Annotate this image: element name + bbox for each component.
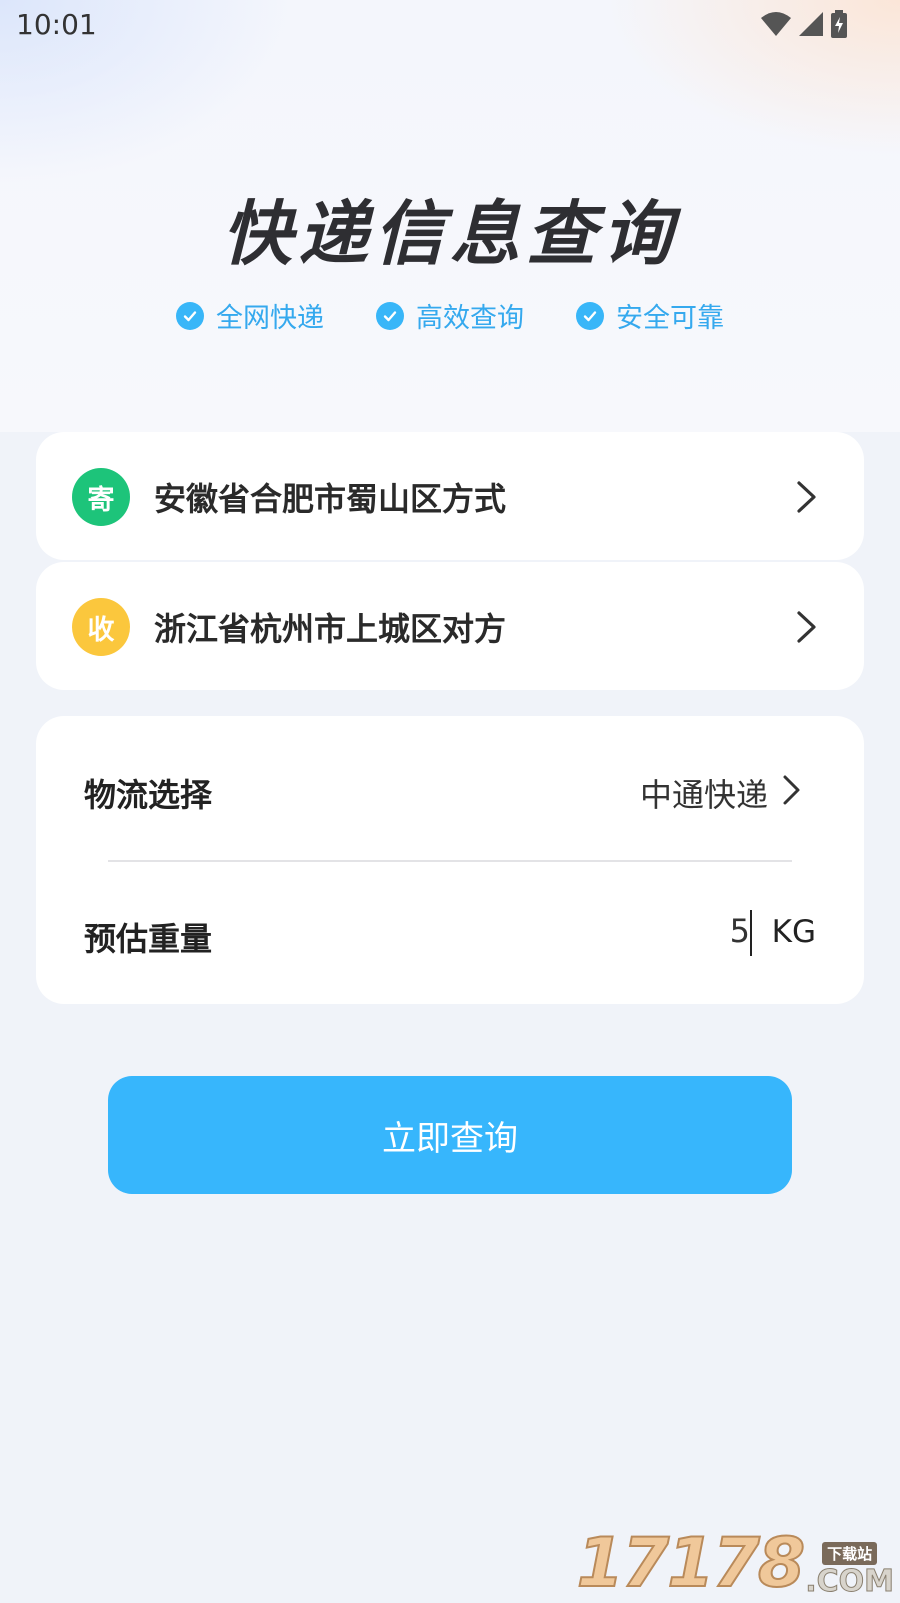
- feature-item: 安全可靠: [576, 296, 724, 335]
- feature-label: 安全可靠: [616, 303, 724, 334]
- watermark-suffix: .COM: [805, 1564, 895, 1599]
- check-circle-icon: [576, 301, 604, 330]
- battery-icon: [831, 10, 847, 38]
- status-bar: 10:01: [0, 0, 900, 50]
- weight-label: 预估重量: [84, 920, 213, 958]
- sender-address: 安徽省合肥市蜀山区方式: [154, 480, 507, 518]
- page-title: 快递信息查询: [222, 193, 678, 275]
- chevron-right-icon: [783, 775, 800, 805]
- feature-label: 全网快递: [216, 303, 324, 334]
- feature-list: 全网快递 高效查询 安全可靠: [0, 296, 900, 335]
- divider: [108, 860, 792, 862]
- shipping-options-card: 物流选择 中通快递 预估重量 KG: [36, 716, 864, 1004]
- watermark-number: 17178: [576, 1524, 807, 1603]
- weight-input[interactable]: [630, 912, 750, 950]
- receiver-address-card[interactable]: 收 浙江省杭州市上城区对方: [36, 562, 864, 690]
- chevron-right-icon: [797, 611, 816, 643]
- weight-unit: KG: [771, 914, 816, 950]
- receiver-address: 浙江省杭州市上城区对方: [154, 610, 507, 648]
- status-icons: [760, 10, 848, 38]
- feature-item: 高效查询: [376, 296, 524, 335]
- carrier-select[interactable]: 中通快递: [576, 752, 816, 826]
- wifi-icon: [761, 12, 791, 36]
- chevron-right-icon: [797, 481, 816, 513]
- receiver-badge: 收: [72, 598, 130, 656]
- check-circle-icon: [376, 301, 404, 330]
- signal-icon: [799, 12, 823, 36]
- carrier-label: 物流选择: [84, 776, 213, 814]
- sender-badge: 寄: [72, 468, 130, 526]
- text-cursor: [750, 910, 752, 956]
- watermark-tag: 下载站: [822, 1542, 878, 1565]
- feature-item: 全网快递: [176, 296, 324, 335]
- sender-address-card[interactable]: 寄 安徽省合肥市蜀山区方式: [36, 432, 864, 560]
- watermark-logo: 17178 下载站 .COM: [576, 1524, 895, 1603]
- carrier-value: 中通快递: [639, 776, 768, 814]
- feature-label: 高效查询: [416, 303, 524, 334]
- check-circle-icon: [176, 301, 204, 330]
- status-time: 10:01: [16, 8, 97, 41]
- query-button[interactable]: 立即查询: [108, 1076, 792, 1194]
